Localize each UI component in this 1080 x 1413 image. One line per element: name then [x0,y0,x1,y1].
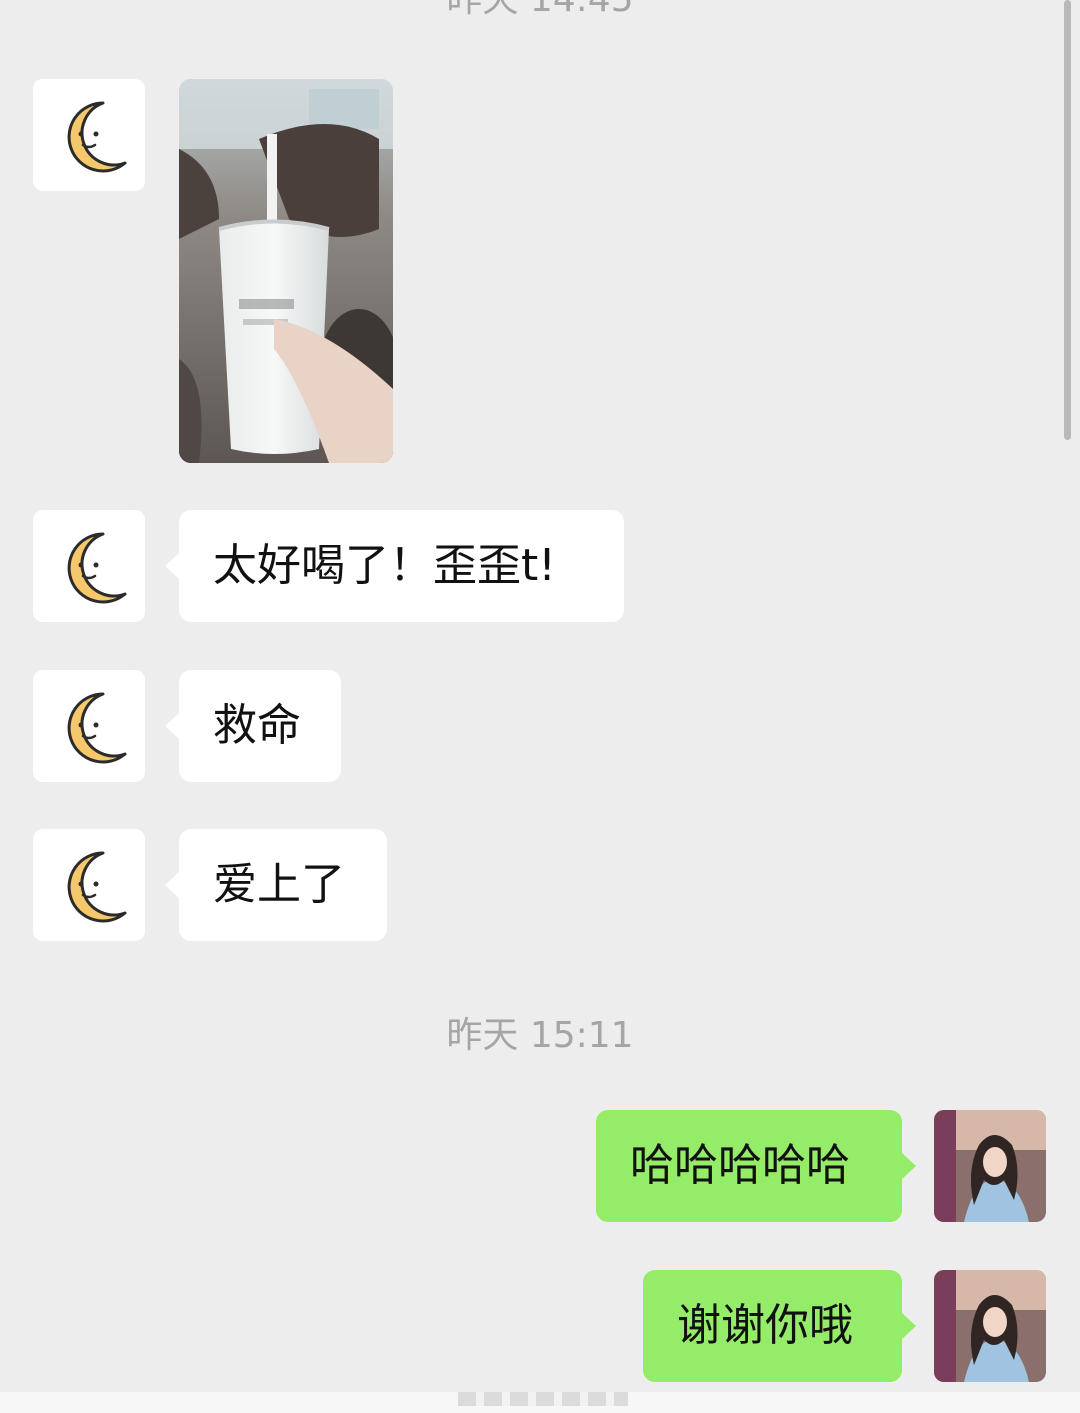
scrollbar[interactable] [1064,0,1071,440]
message-text: 谢谢你哦 [677,1300,853,1351]
self-avatar[interactable] [934,1110,1046,1222]
image-message[interactable] [179,79,393,463]
chat-window: 昨天 14:45 [0,0,1080,1413]
message-bubble[interactable]: 爱上了 [165,829,387,941]
moon-face-icon [67,692,127,764]
contact-avatar[interactable] [33,510,145,622]
message-text: 救命 [213,700,301,751]
message-bubble[interactable]: 救命 [165,670,341,782]
moon-face-icon [67,532,127,604]
moon-face-icon [67,851,127,923]
message-bubble[interactable]: 谢谢你哦 [643,1270,916,1382]
contact-avatar[interactable] [33,670,145,782]
timestamp: 昨天 15:11 [446,1015,634,1056]
self-avatar[interactable] [934,1270,1046,1382]
profile-photo-icon [934,1110,1046,1222]
moon-face-icon [67,101,127,173]
drink-photo [179,79,393,463]
message-text: 哈哈哈哈哈 [630,1140,850,1191]
message-text: 太好喝了！歪歪t! [213,540,556,591]
profile-photo-icon [934,1270,1046,1382]
input-bar-edge [0,1392,1080,1413]
message-bubble[interactable]: 哈哈哈哈哈 [596,1110,916,1222]
message-text: 爱上了 [213,859,345,910]
message-bubble[interactable]: 太好喝了！歪歪t! [165,510,624,622]
timestamp: 昨天 14:45 [0,0,1080,22]
contact-avatar[interactable] [33,79,145,191]
blurred-text [458,1392,628,1406]
contact-avatar[interactable] [33,829,145,941]
